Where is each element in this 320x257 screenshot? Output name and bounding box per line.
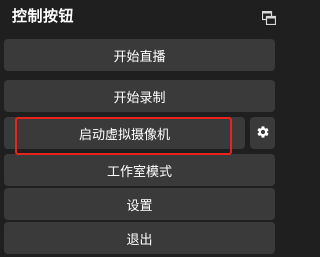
dock-titlebar: 控制按钮 bbox=[0, 0, 283, 32]
virtual-camera-settings-button[interactable] bbox=[250, 117, 275, 149]
dock-title: 控制按钮 bbox=[12, 7, 75, 25]
float-window-icon[interactable] bbox=[261, 10, 277, 26]
exit-button[interactable]: 退出 bbox=[4, 222, 275, 254]
studio-mode-button[interactable]: 工作室模式 bbox=[4, 154, 275, 186]
start-virtual-camera-button[interactable]: 启动虚拟摄像机 bbox=[4, 117, 245, 149]
settings-button[interactable]: 设置 bbox=[4, 188, 275, 220]
start-recording-button[interactable]: 开始录制 bbox=[4, 80, 275, 112]
start-stream-button[interactable]: 开始直播 bbox=[4, 39, 275, 71]
controls-dock: 控制按钮 开始直播 开始录制 启动虚拟摄像机 工作室模式 设置 退出 bbox=[0, 0, 283, 257]
gear-icon bbox=[256, 124, 270, 143]
